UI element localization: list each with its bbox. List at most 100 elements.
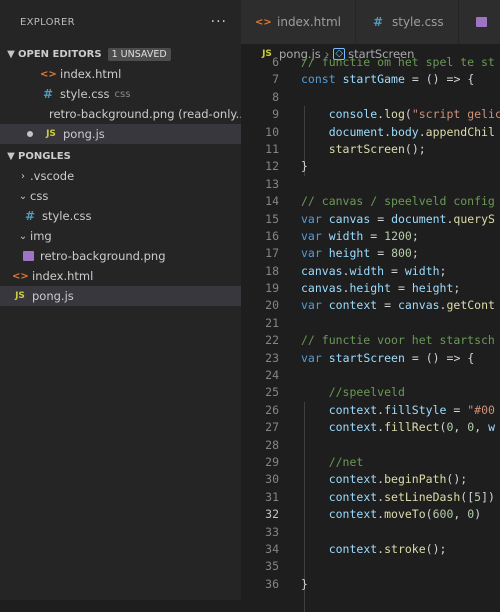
css-file-icon: # [372, 15, 384, 29]
tree-item-label: css [30, 189, 49, 203]
open-editor-pong-js[interactable]: JS pong.js [0, 124, 241, 144]
code-line[interactable]: 33 [241, 524, 500, 541]
code-text: context.fillRect(0, 0, w [328, 420, 495, 435]
code-text: var startScreen = () => { [301, 350, 475, 365]
code-line[interactable]: 7 const startGame = () => { [241, 71, 500, 88]
open-editor-label: pong.js [63, 127, 105, 141]
tree-item-label: .vscode [30, 169, 75, 183]
code-line[interactable]: 22 // functie voor het startsch [241, 332, 500, 349]
code-line[interactable]: 29 //net [241, 454, 500, 471]
file-style-css[interactable]: # style.css [0, 206, 241, 226]
code-line[interactable]: 13 [241, 176, 500, 193]
code-line[interactable]: 36} [241, 576, 500, 593]
html-file-icon: <> [40, 68, 57, 80]
code-line[interactable]: 14 // canvas / speelveld config [241, 193, 500, 210]
open-editor-label: style.css [60, 87, 110, 101]
code-text: var canvas = document.queryS [301, 211, 495, 226]
code-text: var width = 1200; [301, 228, 419, 243]
tab-label: style.css [391, 15, 444, 29]
line-number: 34 [265, 541, 279, 556]
tree-item-label: pong.js [32, 289, 74, 303]
open-editor-style-css[interactable]: # style.css css [0, 84, 241, 104]
code-text: document.body.appendChil [328, 124, 495, 139]
project-folder-header[interactable]: ▼ PONGLES [0, 146, 241, 166]
line-number: 19 [265, 281, 279, 296]
chevron-down-icon: ⌄ [18, 230, 28, 242]
code-line[interactable]: 30 context.beginPath(); [241, 471, 500, 488]
chevron-down-icon: ▼ [7, 48, 15, 60]
tree-item-label: img [30, 229, 52, 243]
html-file-icon: <> [255, 16, 272, 28]
code-line[interactable]: 31 context.setLineDash([5]) [241, 489, 500, 506]
open-editor-label: retro-background.png (read-only... [49, 107, 241, 121]
code-line[interactable]: 10 document.body.appendChil [241, 124, 500, 141]
folder-css[interactable]: ⌄ css [0, 186, 241, 206]
code-line[interactable]: 21 [241, 315, 500, 332]
code-line[interactable]: 26 context.fillStyle = "#00 [241, 402, 500, 419]
file-pong-js[interactable]: JS pong.js [0, 286, 241, 306]
code-line[interactable]: 16 var width = 1200; [241, 228, 500, 245]
explorer-title: EXPLORER [20, 16, 75, 28]
code-line[interactable]: 28 [241, 437, 500, 454]
tab-style-css[interactable]: # style.css [355, 0, 459, 44]
code-line[interactable]: 27 context.fillRect(0, 0, w [241, 419, 500, 436]
line-number: 23 [265, 350, 279, 365]
code-text: startScreen(); [328, 141, 426, 156]
open-editors-header[interactable]: ▼ OPEN EDITORS 1 UNSAVED [0, 44, 241, 64]
code-line[interactable]: 25 //speelveld [241, 384, 500, 401]
code-line[interactable]: 20 var context = canvas.getCont [241, 297, 500, 314]
folder-img[interactable]: ⌄ img [0, 226, 241, 246]
open-editor-hint: css [114, 88, 131, 100]
code-text: context.beginPath(); [328, 472, 468, 487]
open-editors-label: OPEN EDITORS [18, 48, 102, 60]
open-editor-label: index.html [60, 67, 122, 81]
image-file-icon [23, 251, 34, 261]
line-number: 6 [272, 55, 279, 69]
tab-label: index.html [277, 15, 341, 29]
line-number: 36 [265, 576, 279, 591]
more-actions-icon[interactable]: ··· [211, 14, 227, 30]
line-number: 21 [265, 315, 279, 330]
file-retro-background[interactable]: retro-background.png [0, 246, 241, 266]
code-line[interactable]: 8 [241, 89, 500, 106]
line-number: 16 [265, 228, 279, 243]
line-number: 32 [265, 507, 279, 522]
line-number: 24 [265, 368, 279, 383]
open-editor-retro-background[interactable]: retro-background.png (read-only... [0, 104, 241, 124]
code-text: canvas.height = height; [301, 281, 461, 296]
code-line[interactable]: 6 // functie om het spel te st [241, 54, 500, 71]
tree-item-label: index.html [32, 269, 94, 283]
code-line[interactable]: 34 context.stroke(); [241, 541, 500, 558]
code-editor[interactable]: 6 // functie om het spel te st 7 const star… [241, 54, 500, 612]
open-editor-index-html[interactable]: <> index.html [0, 64, 241, 84]
explorer-header: EXPLORER ··· [0, 0, 241, 44]
code-line[interactable]: 23 var startScreen = () => { [241, 350, 500, 367]
code-line[interactable]: 17 var height = 800; [241, 245, 500, 262]
tab-index-html[interactable]: <> index.html [241, 0, 356, 44]
code-line[interactable]: 19 canvas.height = height; [241, 280, 500, 297]
code-line[interactable]: 35 [241, 558, 500, 575]
code-line[interactable]: 24 [241, 367, 500, 384]
css-file-icon: # [24, 209, 36, 223]
code-line[interactable]: 9 console.log("script gelic [241, 106, 500, 123]
code-text: //speelveld [328, 385, 405, 400]
unsaved-badge: 1 UNSAVED [107, 47, 171, 61]
code-line[interactable]: 32 context.moveTo(600, 0) [241, 506, 500, 523]
css-file-icon: # [42, 87, 54, 101]
chevron-down-icon: ⌄ [18, 190, 28, 202]
line-number: 26 [265, 402, 279, 417]
code-line[interactable]: 15 var canvas = document.queryS [241, 211, 500, 228]
line-number: 30 [265, 472, 279, 487]
line-number: 22 [265, 333, 279, 348]
folder-vscode[interactable]: › .vscode [0, 166, 241, 186]
js-file-icon: JS [46, 129, 56, 139]
code-line[interactable]: 12} [241, 158, 500, 175]
code-line[interactable]: 11 startScreen(); [241, 141, 500, 158]
unsaved-dot-icon[interactable] [27, 131, 33, 137]
line-number: 27 [265, 420, 279, 435]
tab-retro-background[interactable] [458, 0, 500, 44]
file-index-html[interactable]: <> index.html [0, 266, 241, 286]
code-line[interactable]: 18 canvas.width = width; [241, 263, 500, 280]
code-text: context.setLineDash([5]) [328, 489, 495, 504]
line-number: 20 [265, 298, 279, 313]
